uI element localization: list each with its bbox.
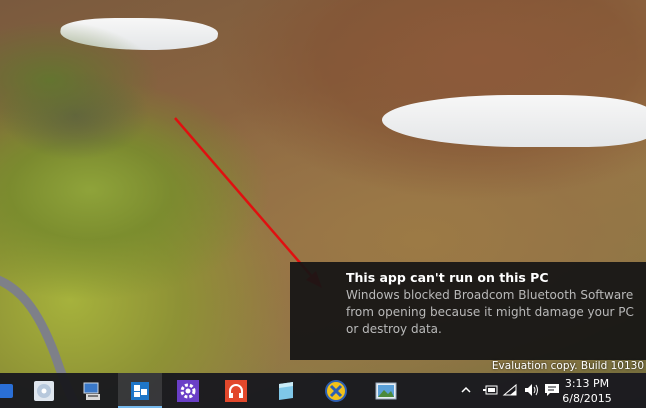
taskbar-app-9[interactable]: [364, 373, 408, 408]
taskbar-app-7[interactable]: [264, 373, 308, 408]
battery-icon[interactable]: [482, 382, 498, 398]
volume-icon[interactable]: [524, 382, 540, 398]
taskbar: 3:13 PM 6/8/2015: [0, 373, 646, 408]
generic-app-icon: [0, 380, 17, 402]
gear-icon: [177, 379, 199, 402]
computer-icon: [81, 380, 103, 402]
notification-title: This app can't run on this PC: [346, 270, 549, 285]
x-icon: [325, 379, 347, 402]
picture-icon: [375, 380, 397, 402]
clock-time: 3:13 PM: [564, 377, 610, 390]
taskbar-app-8[interactable]: [314, 373, 358, 408]
blocked-app-notification[interactable]: This app can't run on this PC Windows bl…: [290, 262, 646, 360]
tiles-icon: [129, 380, 151, 402]
system-tray: 3:13 PM 6/8/2015: [456, 373, 646, 408]
wifi-icon[interactable]: [502, 382, 518, 398]
taskbar-app-3[interactable]: [70, 373, 114, 408]
taskbar-app-2[interactable]: [22, 373, 66, 408]
chevron-up-icon[interactable]: [458, 382, 474, 398]
evaluation-watermark: Evaluation copy. Build 10130: [491, 360, 644, 372]
taskbar-app-6[interactable]: [214, 373, 258, 408]
headphones-icon: [225, 379, 247, 402]
notes-icon: [275, 380, 297, 402]
notification-message: Windows blocked Broadcom Bluetooth Softw…: [346, 288, 634, 336]
disc-icon: [33, 380, 55, 402]
clock-date: 6/8/2015: [562, 392, 612, 405]
action-center-icon[interactable]: [544, 382, 560, 398]
taskbar-clock[interactable]: 3:13 PM 6/8/2015: [560, 376, 614, 406]
taskbar-app-4[interactable]: [118, 373, 162, 408]
taskbar-app-5[interactable]: [166, 373, 210, 408]
